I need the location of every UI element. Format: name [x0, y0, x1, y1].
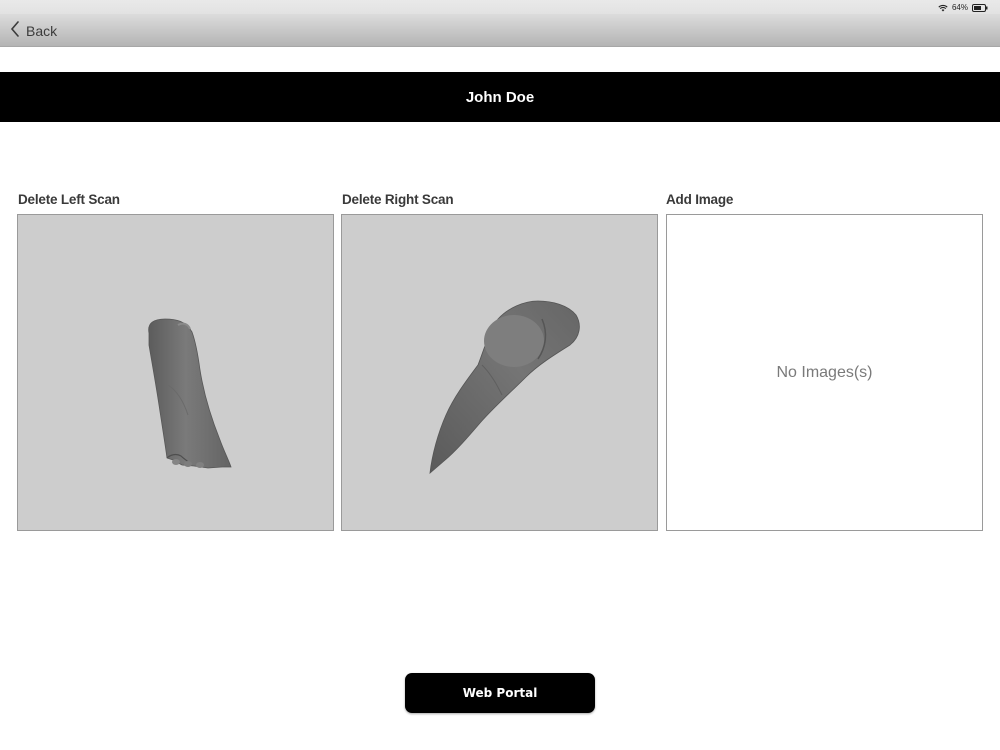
- right-foot-scan-image: [429, 300, 580, 474]
- no-images-message: No Images(s): [776, 363, 873, 381]
- right-scan-viewer[interactable]: [341, 214, 658, 531]
- battery-percent: 64%: [951, 3, 968, 12]
- navigation-bar: Back: [0, 14, 1000, 47]
- status-bar: 64%: [0, 0, 1000, 14]
- back-button[interactable]: Back: [10, 20, 57, 42]
- back-label: Back: [26, 23, 58, 39]
- patient-header: John Doe: [0, 72, 1000, 122]
- left-foot-scan-image: [148, 318, 232, 469]
- delete-left-scan-button[interactable]: Delete Left Scan: [18, 192, 120, 207]
- web-portal-label: Web Portal: [462, 686, 538, 700]
- chevron-left-icon: [10, 20, 20, 42]
- image-gallery[interactable]: No Images(s): [666, 214, 983, 531]
- status-indicators: 64%: [938, 2, 988, 13]
- left-scan-viewer[interactable]: [17, 214, 334, 531]
- web-portal-button[interactable]: Web Portal: [405, 673, 595, 713]
- delete-right-scan-button[interactable]: Delete Right Scan: [342, 192, 454, 207]
- add-image-button[interactable]: Add Image: [666, 192, 733, 207]
- patient-name: John Doe: [465, 88, 535, 106]
